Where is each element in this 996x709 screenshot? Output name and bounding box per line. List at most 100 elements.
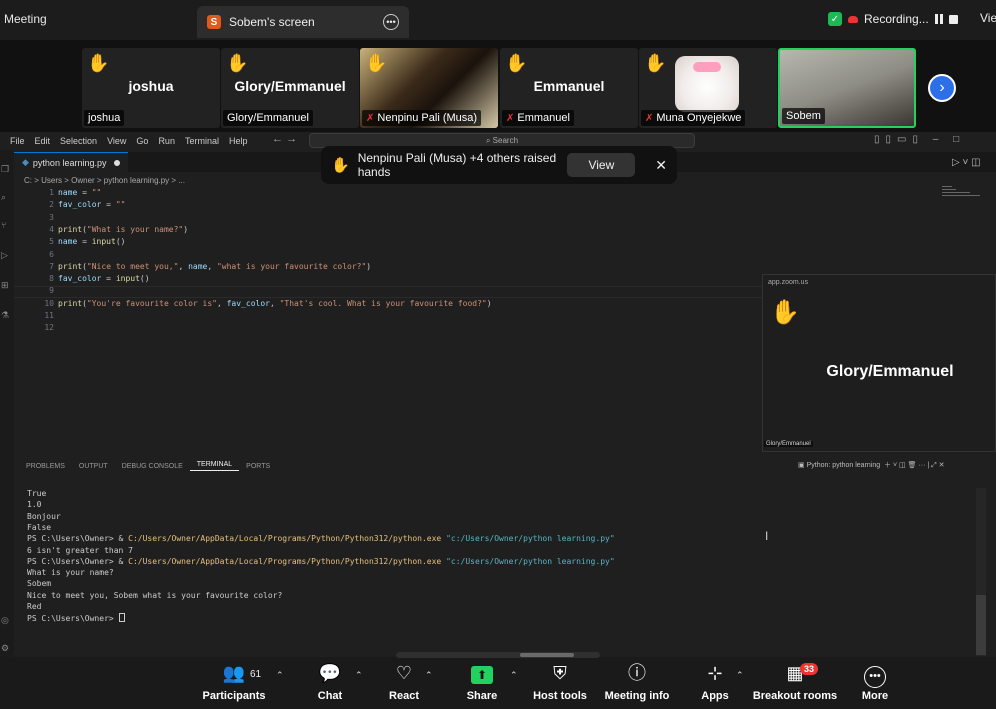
shared-screen-tab[interactable]: S Sobem's screen ••• <box>197 6 409 38</box>
terminal-profile[interactable]: Python: python learning <box>807 462 881 469</box>
participant-tile-sobem[interactable]: Sobem <box>778 48 916 128</box>
view-raised-hands-button[interactable]: View <box>567 153 636 177</box>
stop-recording-icon[interactable] <box>948 14 958 24</box>
participant-name-label: Glory/Emmanuel <box>223 110 313 126</box>
tab-ports[interactable]: PORTS <box>239 463 277 470</box>
arrow-right-icon[interactable]: → <box>286 133 297 145</box>
host-tools-label: Host tools <box>533 690 587 702</box>
close-icon[interactable]: ✕ <box>655 157 667 174</box>
code-token: "" <box>91 188 102 197</box>
testing-icon[interactable]: ⚗ <box>1 310 13 322</box>
terminal-token: 6 isn't greater than 7 <box>27 545 133 555</box>
chevron-up-icon[interactable]: ⌃ <box>736 670 744 681</box>
minimap[interactable] <box>942 186 982 200</box>
menu-terminal[interactable]: Terminal <box>180 136 224 146</box>
tab-debug-console[interactable]: DEBUG CONSOLE <box>115 463 190 470</box>
terminal-line: PS C:\Users\Owner> & C:/Users/Owner/AppD… <box>27 557 615 566</box>
chevron-up-icon[interactable]: ⌃ <box>510 670 518 681</box>
terminal-scrollbar-thumb[interactable] <box>976 595 986 655</box>
menu-help[interactable]: Help <box>224 136 253 146</box>
code-line[interactable]: print("What is your name?") <box>58 225 188 234</box>
run-python-button[interactable]: ▷ ˅ ◫ <box>952 157 981 168</box>
code-line[interactable]: fav_color = "" <box>58 200 125 209</box>
code-token: "That's cool. What is your favourite foo… <box>279 298 487 308</box>
code-line[interactable]: name = "" <box>58 188 101 197</box>
floating-panel-title[interactable]: app.zoom.us <box>768 279 808 286</box>
arrow-left-icon[interactable]: ← <box>272 133 283 145</box>
menu-go[interactable]: Go <box>131 136 153 146</box>
code-line[interactable]: name = input() <box>58 237 125 246</box>
chat-button[interactable]: 💬 Chat <box>295 662 365 702</box>
pause-recording-icon[interactable] <box>934 14 943 24</box>
menu-run[interactable]: Run <box>153 136 180 146</box>
apps-button[interactable]: ⊹ Apps <box>680 662 750 702</box>
participant-tile-emmanuel[interactable]: ✋ Emmanuel ✗ Emmanuel <box>500 48 638 128</box>
source-control-icon[interactable]: ⑂ <box>1 220 13 232</box>
tab-problems[interactable]: PROBLEMS <box>14 463 72 470</box>
code-token: , <box>207 261 217 271</box>
meeting-info-button[interactable]: ⓘ Meeting info <box>602 662 672 702</box>
menu-file[interactable]: File <box>0 136 30 146</box>
menu-selection[interactable]: Selection <box>55 136 102 146</box>
code-line[interactable]: print("Nice to meet you,", name, "what i… <box>58 262 371 271</box>
meeting-tab[interactable]: Meeting <box>0 8 51 34</box>
code-token: = <box>101 274 116 284</box>
terminal-actions[interactable]: ＋ ˅ ◫ 🗑 ··· | ⤢ ✕ <box>882 462 945 469</box>
breakout-rooms-button[interactable]: ▦ Breakout rooms <box>752 662 838 702</box>
participant-tile-muna[interactable]: ✋ ✗ Muna Onyejekwe <box>639 48 777 128</box>
code-token: ) <box>366 261 372 271</box>
share-label: Share <box>466 690 498 702</box>
more-options-icon[interactable]: ••• <box>383 14 399 30</box>
terminal-token: PS C:\Users\Owner> & <box>27 556 129 566</box>
tab-output[interactable]: OUTPUT <box>72 463 115 470</box>
explorer-icon[interactable]: ❐ <box>1 164 13 176</box>
line-number: 9 <box>49 286 54 296</box>
terminal-toolbar[interactable]: ▣ Python: python learning ＋ ˅ ◫ 🗑 ··· | … <box>798 460 945 470</box>
tab-python-learning[interactable]: ◆ python learning.py <box>14 152 129 172</box>
share-button[interactable]: ⬆ Share <box>447 662 517 702</box>
next-page-button[interactable]: › <box>928 74 956 102</box>
participant-tile-joshua[interactable]: ✋ joshua joshua <box>82 48 220 128</box>
chevron-up-icon[interactable]: ⌃ <box>355 670 363 681</box>
code-token: fav_color <box>58 274 102 284</box>
account-icon[interactable]: ◎ <box>1 615 13 627</box>
tab-terminal[interactable]: TERMINAL <box>189 461 240 471</box>
terminal-line: Red <box>27 602 41 611</box>
participant-tile-nenpinu[interactable]: ✋ ✗ Nenpinu Pali (Musa) <box>360 48 498 128</box>
chevron-up-icon[interactable]: ⌃ <box>276 670 284 681</box>
breakout-rooms-icon: ▦ <box>786 663 804 683</box>
menu-view[interactable]: View <box>102 136 131 146</box>
nav-arrows[interactable]: ← → <box>272 133 297 145</box>
toolbar-drag-thumb[interactable] <box>520 653 574 657</box>
menu-edit[interactable]: Edit <box>30 136 56 146</box>
run-debug-icon[interactable]: ▷ <box>1 250 13 262</box>
code-editor[interactable]: 1 name = "" 2 fav_color = "" 3 4 print("What i… <box>14 186 760 456</box>
extensions-icon[interactable]: ⊞ <box>1 280 13 292</box>
terminal-line: 1.0 <box>27 500 41 509</box>
participant-tile-glory-emmanuel[interactable]: ✋ Glory/Emmanuel Glory/Emmanuel <box>221 48 359 128</box>
line-number: 8 <box>49 274 54 284</box>
search-placeholder: Search <box>492 136 519 145</box>
line-number: 1 <box>49 188 54 197</box>
line-number: 6 <box>49 249 54 259</box>
settings-gear-icon[interactable]: ⚙ <box>1 643 13 655</box>
unsaved-dot-icon[interactable] <box>114 159 121 166</box>
code-line[interactable]: fav_color = input() <box>58 274 150 283</box>
view-menu[interactable]: Vie <box>980 11 996 25</box>
code-token: , <box>178 261 189 271</box>
terminal-token: "c:/Users/Owner/python learning.py" <box>446 534 615 544</box>
layout-controls[interactable]: ▯▯▭▯ – □ <box>874 134 965 145</box>
search-icon[interactable]: ⌕ <box>1 192 13 204</box>
security-shield-icon[interactable]: ✓ <box>828 12 842 26</box>
more-button[interactable]: ••• More <box>840 662 910 702</box>
shared-screen-title: Sobem's screen <box>229 15 315 29</box>
terminal-output[interactable]: True 1.0 Bonjour False PS C:\Users\Owner> & … <box>14 476 976 656</box>
participants-button[interactable]: 👥 Participants <box>199 662 269 702</box>
react-button[interactable]: ♡ React <box>369 662 439 702</box>
breadcrumb[interactable]: C: > Users > Owner > python learning.py … <box>24 176 185 185</box>
chevron-up-icon[interactable]: ⌃ <box>425 670 433 681</box>
host-tools-button[interactable]: ⛨ Host tools <box>525 662 595 702</box>
line-number: 12 <box>44 323 54 333</box>
avatar <box>675 56 739 112</box>
code-line[interactable]: print("You're favourite color is", fav_c… <box>58 299 492 308</box>
